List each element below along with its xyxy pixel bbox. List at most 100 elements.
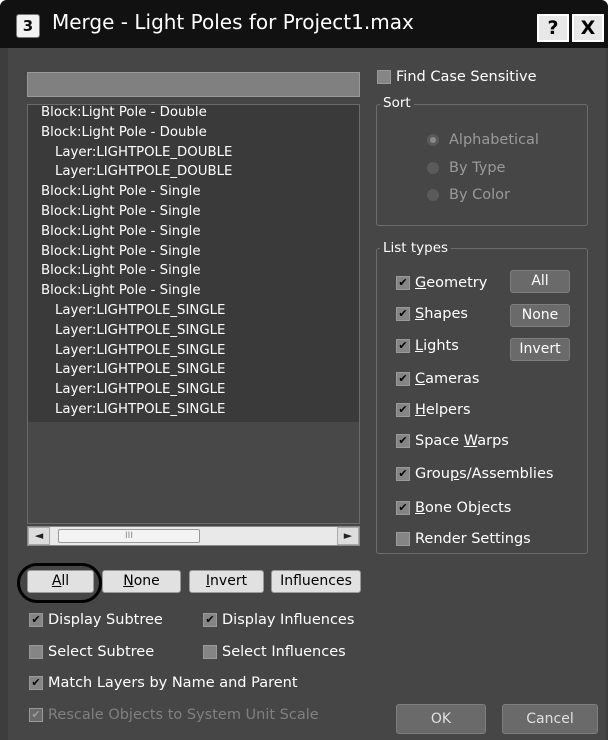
sort-by-color-radio[interactable]: By Color (427, 185, 510, 205)
select-invert-button[interactable]: Invert (189, 570, 264, 593)
list-type-label-suffix: elpers (425, 402, 471, 418)
select-subtree-label: Select Subtree (48, 644, 155, 660)
select-none-label: one (133, 573, 160, 589)
sort-by-type-label: By Type (449, 160, 506, 176)
influences-button[interactable]: Influences (271, 570, 361, 593)
list-types-none-button[interactable]: None (510, 304, 570, 327)
list-type-check-box[interactable] (396, 532, 410, 546)
list-type-checkbox[interactable]: ✔ Lights (396, 336, 459, 356)
list-type-checkbox[interactable]: ✔ Helpers (396, 400, 471, 420)
list-item[interactable]: Block:Light Pole - Single (28, 243, 359, 264)
list-type-hotkey: S (415, 306, 425, 322)
list-type-label-prefix: Space (415, 433, 464, 449)
horizontal-scrollbar[interactable]: ◄ III ► (27, 526, 360, 546)
list-type-checkbox[interactable]: ✔ Space Warps (396, 431, 509, 451)
rescale-checkbox[interactable]: ✔ Rescale Objects to System Unit Scale (29, 705, 319, 725)
select-subtree-checkbox[interactable]: Select Subtree (29, 642, 154, 662)
list-type-hotkey: B (415, 500, 425, 516)
list-item[interactable]: Block:Light Pole - Single (28, 184, 359, 204)
list-type-checkbox[interactable]: ✔ Cameras (396, 369, 479, 389)
list-type-checkbox[interactable]: ✔ Bone Objects (396, 498, 511, 518)
radio-alphabetical[interactable] (427, 134, 439, 146)
find-case-sensitive-checkbox[interactable]: Find Case Sensitive (377, 67, 537, 87)
list-item[interactable]: Layer:LIGHTPOLE_SINGLE (28, 302, 359, 323)
radio-by-type[interactable] (427, 162, 439, 174)
window-title: Merge - Light Poles for Project1.max (52, 10, 414, 34)
list-type-check-box[interactable]: ✔ (396, 307, 410, 321)
list-item[interactable]: Layer:LIGHTPOLE_SINGLE (28, 382, 359, 402)
list-type-checkbox[interactable]: Render Settings (396, 529, 531, 549)
list-type-check-box[interactable]: ✔ (396, 372, 410, 386)
list-type-check-box[interactable]: ✔ (396, 501, 410, 515)
list-type-check-box[interactable]: ✔ (396, 403, 410, 417)
close-button[interactable]: X (572, 14, 604, 42)
radio-by-color[interactable] (427, 189, 439, 201)
find-case-sensitive-label: Find Case Sensitive (396, 69, 537, 85)
sort-by-type-radio[interactable]: By Type (427, 158, 505, 178)
ok-button[interactable]: OK (396, 704, 486, 734)
list-item[interactable]: Layer:LIGHTPOLE_DOUBLE (28, 144, 359, 165)
list-type-label-suffix: hapes (424, 306, 468, 322)
merge-dialog: 3 Merge - Light Poles for Project1.max ?… (0, 0, 608, 740)
match-layers-label: Match Layers by Name and Parent (48, 675, 298, 691)
match-layers-checkbox[interactable]: ✔ Match Layers by Name and Parent (29, 673, 298, 693)
help-button[interactable]: ? (537, 14, 569, 42)
checkbox-display-subtree[interactable]: ✔ (29, 613, 43, 627)
list-item[interactable]: Block:Light Pole - Single (28, 223, 359, 244)
list-type-label-suffix: ights (423, 338, 459, 354)
app-icon: 3 (16, 14, 40, 38)
checkbox-rescale[interactable]: ✔ (29, 708, 43, 722)
display-influences-checkbox[interactable]: ✔ Display Influences (203, 610, 354, 630)
select-influences-label: Select Influences (222, 644, 346, 660)
list-item[interactable]: Layer:LIGHTPOLE_DOUBLE (28, 164, 359, 185)
list-item[interactable]: Block:Light Pole - Double (28, 124, 359, 145)
scroll-thumb[interactable]: III (58, 529, 200, 543)
list-type-label-suffix: eometry (426, 275, 488, 291)
select-none-button[interactable]: None (102, 570, 181, 593)
list-type-label-suffix: one Objects (424, 500, 512, 516)
scroll-right-icon[interactable]: ► (337, 527, 359, 545)
list-type-label-suffix: s/Assemblies (459, 466, 554, 482)
filter-input[interactable] (27, 72, 360, 97)
checkbox-display-influences[interactable]: ✔ (203, 613, 217, 627)
list-item[interactable]: Block:Light Pole - Single (28, 203, 359, 224)
checkbox-find-case-sensitive[interactable] (377, 70, 391, 84)
sort-by-color-label: By Color (449, 187, 510, 203)
list-item[interactable]: Layer:LIGHTPOLE_SINGLE (28, 322, 359, 343)
list-type-hotkey: G (415, 275, 427, 291)
object-list[interactable]: Block:Light Pole - Double Block:Light Pol… (27, 104, 360, 524)
list-item[interactable]: Block:Light Pole - Single (28, 263, 359, 284)
list-type-label-suffix: ameras (425, 371, 480, 387)
list-type-label-prefix: Grou (415, 466, 450, 482)
list-type-hotkey: L (415, 338, 424, 354)
list-type-hotkey: W (463, 433, 478, 449)
title-bar[interactable]: 3 Merge - Light Poles for Project1.max ?… (0, 0, 608, 48)
list-type-check-box[interactable]: ✔ (396, 339, 410, 353)
list-type-check-box[interactable]: ✔ (396, 467, 410, 481)
checkbox-match-layers[interactable]: ✔ (29, 676, 43, 690)
list-type-check-box[interactable]: ✔ (396, 276, 410, 290)
list-types-all-button[interactable]: All (510, 270, 570, 293)
rescale-label: Rescale Objects to System Unit Scale (48, 707, 319, 723)
checkbox-select-subtree[interactable] (29, 645, 43, 659)
scroll-left-icon[interactable]: ◄ (28, 527, 50, 545)
checkbox-select-influences[interactable] (203, 645, 217, 659)
list-types-invert-button[interactable]: Invert (510, 338, 570, 361)
cancel-button[interactable]: Cancel (502, 704, 598, 734)
sort-alphabetical-label: Alphabetical (449, 132, 539, 148)
list-item[interactable]: Layer:LIGHTPOLE_SINGLE (28, 362, 359, 383)
list-type-hotkey: H (415, 402, 426, 418)
sort-alphabetical-radio[interactable]: Alphabetical (427, 130, 539, 150)
list-type-checkbox[interactable]: ✔ Groups/Assemblies (396, 464, 553, 484)
list-type-checkbox[interactable]: ✔ Shapes (396, 304, 468, 324)
list-item[interactable]: Layer:LIGHTPOLE_SINGLE (28, 342, 359, 363)
list-type-check-box[interactable]: ✔ (396, 434, 410, 448)
display-subtree-checkbox[interactable]: ✔ Display Subtree (29, 610, 163, 630)
display-subtree-label: Display Subtree (48, 612, 163, 628)
select-influences-checkbox[interactable]: Select Influences (203, 642, 346, 662)
list-item[interactable]: Layer:LIGHTPOLE_SINGLE (28, 401, 359, 422)
highlight-ring (17, 563, 102, 603)
list-item[interactable]: Block:Light Pole - Single (28, 283, 359, 303)
list-item[interactable]: Block:Light Pole - Double (28, 105, 359, 125)
list-type-checkbox[interactable]: ✔ Geometry (396, 273, 487, 293)
